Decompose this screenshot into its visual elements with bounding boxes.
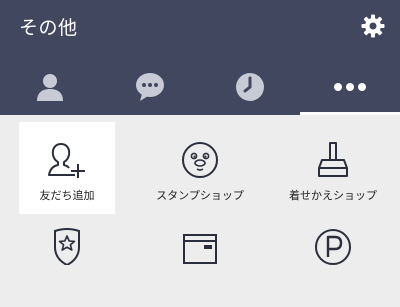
tab-more[interactable] [300,62,400,112]
page-title: その他 [19,17,78,39]
menu-item-add-friend[interactable]: 友だち追加 [19,122,115,214]
add-friend-icon [48,143,85,178]
wallet-card-icon [183,234,217,264]
theme-shop-icon [318,142,348,177]
shield-star-icon [54,228,80,265]
menu-item-shield[interactable] [19,215,115,307]
tab-friends[interactable] [0,62,100,112]
menu-item-sticker-shop[interactable]: スタンプショップ [152,122,248,214]
menu-item-points[interactable] [285,215,381,307]
menu-item-label: 着せかえショップ [289,189,377,202]
clock-icon [236,73,264,101]
gear-icon[interactable] [360,13,386,39]
tab-chats[interactable] [100,62,200,112]
menu-item-wallet[interactable] [152,215,248,307]
menu-item-label: スタンプショップ [156,189,244,202]
app-header: その他 [0,0,400,115]
person-icon [37,74,63,101]
menu-item-theme-shop[interactable]: 着せかえショップ [285,122,381,214]
sticker-shop-icon [182,142,218,178]
tab-timeline[interactable] [200,62,300,112]
p-coin-icon [315,229,351,265]
chat-bubble-icon [136,73,164,101]
more-dots-icon [334,83,366,91]
menu-grid: 友だち追加 スタンプショップ 着せかえショップ [0,115,400,265]
menu-item-label: 友だち追加 [39,189,95,202]
